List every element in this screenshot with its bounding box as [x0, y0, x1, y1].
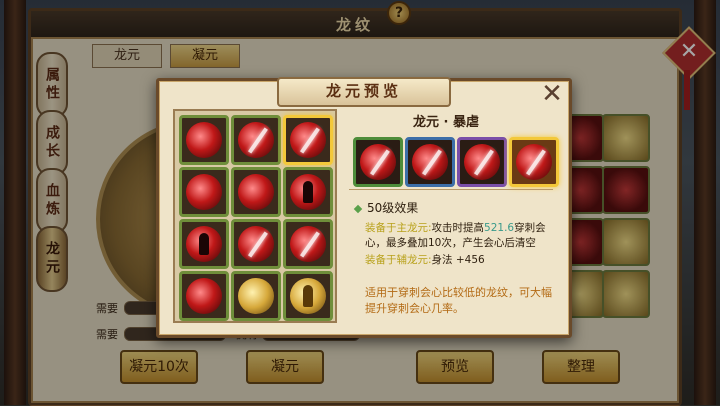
tier-purple-slot[interactable]: [457, 137, 507, 187]
essence-orb-icon: [238, 174, 274, 210]
gold-essence-icon: [238, 278, 274, 314]
essence-slot[interactable]: [283, 167, 333, 217]
usage-tip: 适用于穿刺会心比较低的龙纹，可大幅提升穿刺会心几率。: [365, 286, 552, 315]
essence-slot[interactable]: [231, 271, 281, 321]
popup-close-button[interactable]: ✕: [541, 81, 563, 107]
claw-slash-icon: [360, 144, 396, 180]
secondary-label: 装备于辅龙元:: [365, 254, 432, 266]
essence-slot[interactable]: [179, 219, 229, 269]
divider: [349, 189, 553, 190]
warrior-figure-icon: [290, 174, 326, 210]
diamond-bullet-icon: [353, 204, 363, 213]
claw-slash-icon: [238, 226, 274, 262]
essence-slot[interactable]: [179, 115, 229, 165]
effect-header: 50级效果: [353, 199, 418, 216]
claw-slash-icon: [516, 144, 552, 180]
essence-slot[interactable]: [283, 271, 333, 321]
tier-green-slot[interactable]: [353, 137, 403, 187]
essence-slot-selected[interactable]: [283, 115, 333, 165]
essence-orb-icon: [186, 122, 222, 158]
warrior-figure-icon: [186, 226, 222, 262]
essence-slot[interactable]: [231, 219, 281, 269]
claw-slash-icon: [412, 144, 448, 180]
claw-slash-icon: [464, 144, 500, 180]
primary-effect: 装备于主龙元:攻击时提高521.6穿刺会心，最多叠加10次，产生会心后清空: [365, 222, 546, 249]
golden-figure-icon: [290, 278, 326, 314]
essence-slot[interactable]: [283, 219, 333, 269]
primary-label: 装备于主龙元:: [365, 222, 432, 234]
claw-slash-icon: [238, 122, 274, 158]
popup-title: 龙元预览: [277, 77, 451, 107]
item-name: 龙元 · 暴虐: [413, 115, 479, 130]
claw-slash-icon: [290, 226, 326, 262]
essence-grid: [173, 109, 337, 323]
secondary-effect: 装备于辅龙元:身法 +456: [365, 254, 485, 266]
essence-slot[interactable]: [231, 167, 281, 217]
essence-slot[interactable]: [231, 115, 281, 165]
essence-slot[interactable]: [179, 167, 229, 217]
primary-value: 521.6: [484, 222, 515, 234]
essence-slot[interactable]: [179, 271, 229, 321]
essence-orb-icon: [186, 174, 222, 210]
preview-popup: 龙元预览 ✕ 龙元 · 暴虐 50级效果 装备于主龙元:攻击时提高521.6穿刺…: [156, 77, 572, 338]
essence-orb-icon: [186, 278, 222, 314]
close-icon: ✕: [541, 79, 563, 109]
tier-gold-slot-selected[interactable]: [509, 137, 559, 187]
claw-slash-icon: [290, 122, 326, 158]
tier-blue-slot[interactable]: [405, 137, 455, 187]
